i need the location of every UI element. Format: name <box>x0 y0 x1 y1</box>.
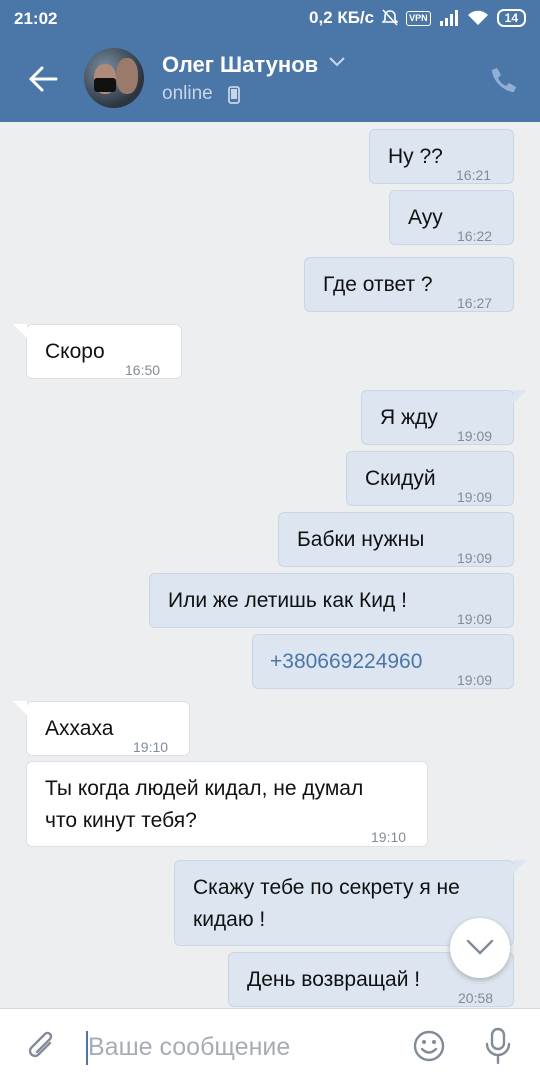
chat-header: Олег Шатунов online <box>0 36 540 122</box>
message-time: 19:09 <box>457 672 493 688</box>
avatar[interactable] <box>84 48 144 108</box>
message-list[interactable]: Ну ?? 16:21 Ауу 16:22 Где ответ ? 16:27 … <box>0 122 540 1008</box>
chevron-down-icon[interactable] <box>328 56 346 68</box>
status-time: 21:02 <box>14 9 58 28</box>
message-input[interactable] <box>88 1029 388 1065</box>
scroll-down-button[interactable] <box>450 918 510 978</box>
message-time: 16:27 <box>457 295 493 311</box>
message-outgoing-phone-link[interactable]: +380669224960 19:09 <box>252 634 514 689</box>
message-time: 19:09 <box>457 489 493 505</box>
presence-status: online <box>162 83 213 104</box>
wifi-icon <box>467 10 488 25</box>
status-indicators: 0,2 КБ/с VPN 14 <box>309 8 526 28</box>
message-outgoing[interactable]: Я жду 19:09 <box>361 390 527 445</box>
mobile-phone-icon <box>228 86 240 104</box>
signal-icon <box>439 10 458 26</box>
message-time: 19:10 <box>371 829 407 845</box>
status-bar: 21:02 0,2 КБ/с VPN 14 <box>0 0 540 36</box>
bell-muted-icon <box>382 9 399 26</box>
message-time: 16:21 <box>456 167 492 183</box>
message-outgoing[interactable]: Ауу 16:22 <box>389 190 514 245</box>
scroll-down-icon <box>466 939 494 955</box>
back-arrow-icon[interactable] <box>26 60 60 98</box>
message-outgoing[interactable]: Где ответ ? 16:27 <box>304 257 514 312</box>
message-incoming[interactable]: Ты когда людей кидал, не думал что кинут… <box>26 761 428 847</box>
message-time: 16:50 <box>125 362 161 378</box>
phone-number-link[interactable]: +380669224960 <box>270 647 422 677</box>
message-time: 19:10 <box>133 739 169 755</box>
message-time: 19:09 <box>457 611 493 627</box>
battery-indicator: 14 <box>496 9 526 27</box>
network-speed: 0,2 КБ/с <box>308 8 375 27</box>
paperclip-icon[interactable] <box>26 1029 58 1065</box>
emoji-icon[interactable] <box>412 1029 446 1063</box>
message-outgoing[interactable]: Ну ?? 16:21 <box>369 129 514 184</box>
message-time: 19:09 <box>457 550 493 566</box>
vpn-badge: VPN <box>406 10 431 26</box>
message-outgoing[interactable]: Или же летишь как Кид ! 19:09 <box>149 573 514 628</box>
contact-name[interactable]: Олег Шатунов <box>162 52 318 78</box>
message-time: 19:09 <box>457 428 493 444</box>
message-outgoing[interactable]: Бабки нужны 19:09 <box>278 512 514 567</box>
message-outgoing[interactable]: Скидуй 19:09 <box>346 451 514 506</box>
message-incoming[interactable]: Аххаха 19:10 <box>13 701 190 756</box>
message-incoming[interactable]: Скоро 16:50 <box>13 324 182 379</box>
call-icon[interactable] <box>490 66 518 94</box>
microphone-icon[interactable] <box>484 1027 512 1065</box>
message-input-bar <box>0 1008 540 1081</box>
message-time: 16:22 <box>457 228 493 244</box>
